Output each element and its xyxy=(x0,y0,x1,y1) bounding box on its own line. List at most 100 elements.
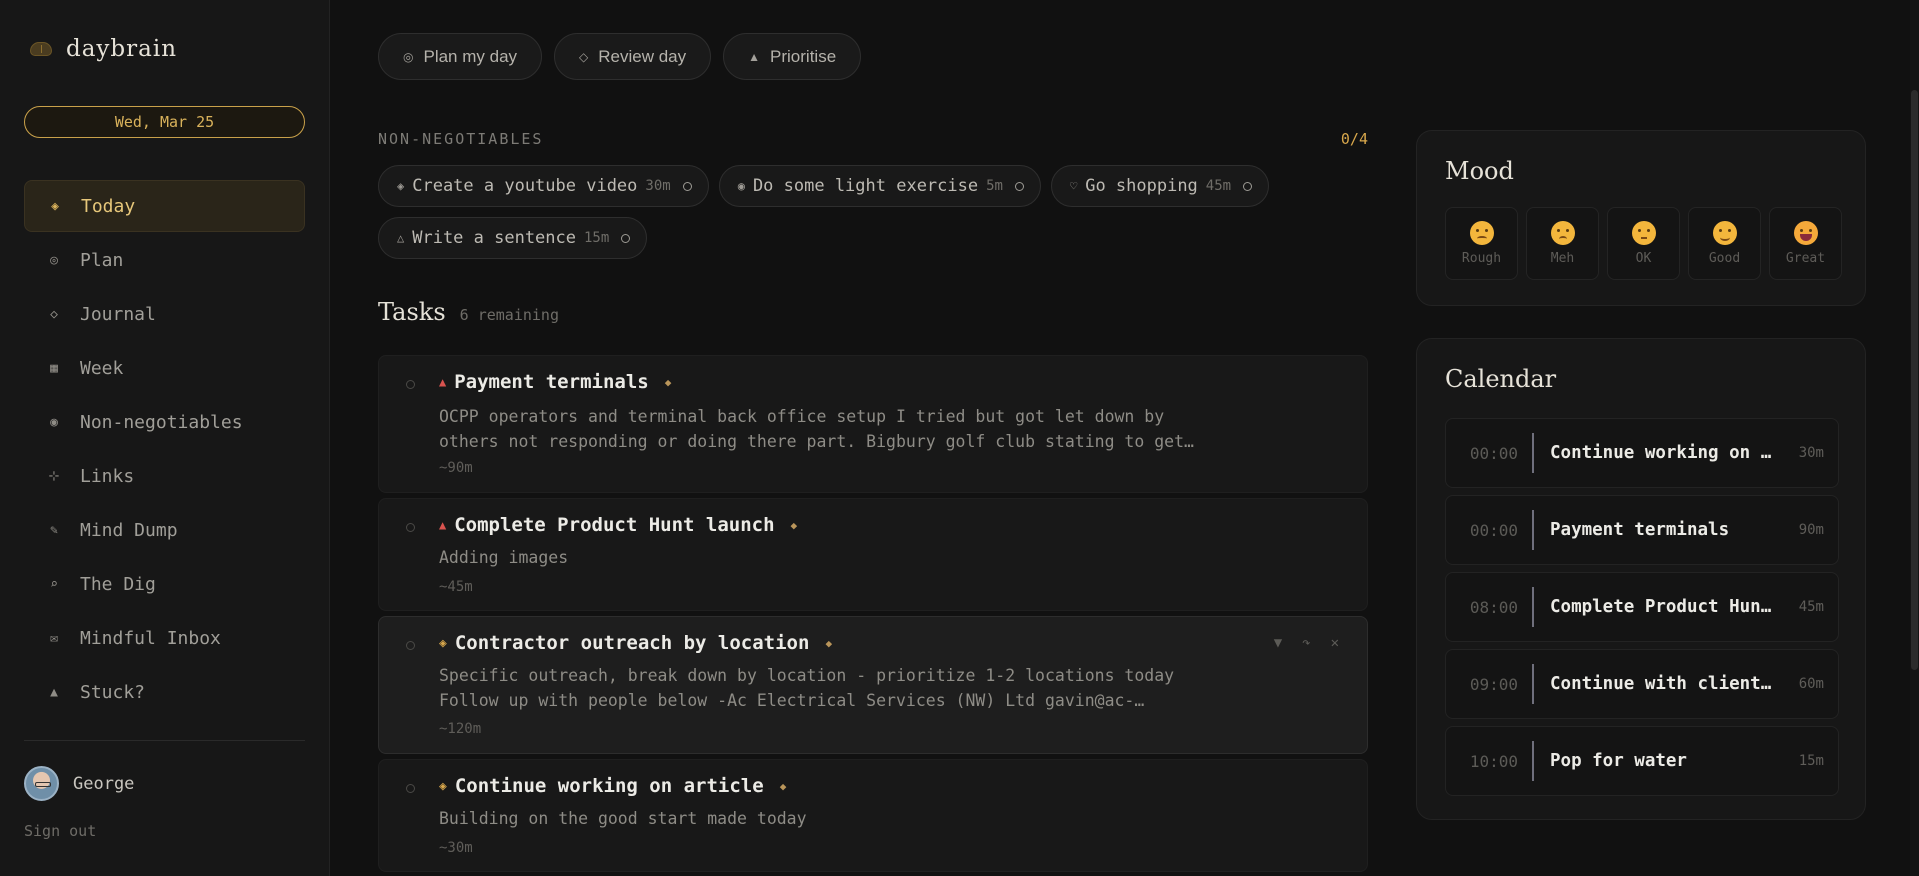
calendar-event[interactable]: 10:00 Pop for water 15m xyxy=(1445,726,1839,796)
sidebar-item-label: Week xyxy=(80,357,124,379)
scrollbar-track[interactable] xyxy=(1910,0,1919,876)
review-day-button[interactable]: ◇ Review day xyxy=(554,33,712,80)
checkbox-icon[interactable] xyxy=(406,380,415,389)
priority-medium-icon: ◈ xyxy=(439,778,447,794)
date-badge[interactable]: Wed, Mar 25 xyxy=(24,106,305,138)
sidebar-item-stuck[interactable]: ▲ Stuck? xyxy=(24,666,305,718)
action-bar: ◎ Plan my day ◇ Review day ▲ Prioritise xyxy=(378,33,862,80)
event-time: 09:00 xyxy=(1469,674,1518,694)
mood-option-great[interactable]: Great xyxy=(1769,207,1842,280)
event-title: Continue with client calls xyxy=(1550,674,1778,694)
sidebar-item-label: Mindful Inbox xyxy=(80,627,221,649)
diamond-icon: ◈ xyxy=(51,198,59,214)
task-description: Building on the good start made today xyxy=(439,809,807,828)
sidebar-item-today[interactable]: ◈ Today xyxy=(24,180,305,232)
calendar-event[interactable]: 08:00 Complete Product Hunt launch 45m xyxy=(1445,572,1839,642)
sidebar-item-journal[interactable]: ◇ Journal xyxy=(24,288,305,340)
move-down-icon[interactable]: ▼ xyxy=(1274,635,1282,651)
triangle-icon: ▲ xyxy=(50,684,58,700)
target-icon: ◎ xyxy=(403,49,414,64)
non-negotiables-list: ◈ Create a youtube video 30m ◉ Do some l… xyxy=(378,165,1378,259)
grid-icon: ▦ xyxy=(50,360,58,376)
checkbox-icon[interactable] xyxy=(682,181,692,191)
checkbox-icon[interactable] xyxy=(406,523,415,532)
sidebar-item-links[interactable]: ⊹ Links xyxy=(24,450,305,502)
calendar-event[interactable]: 09:00 Continue with client calls 60m xyxy=(1445,649,1839,719)
logo[interactable]: daybrain xyxy=(30,36,177,62)
event-title: Payment terminals xyxy=(1550,520,1730,540)
diamond-outline-icon: ◇ xyxy=(50,306,58,322)
event-time: 08:00 xyxy=(1469,597,1518,617)
prioritise-button[interactable]: ▲ Prioritise xyxy=(723,33,862,80)
non-negotiable-chip[interactable]: ◈ Create a youtube video 30m xyxy=(378,165,709,207)
event-bar xyxy=(1532,510,1534,550)
mood-option-good[interactable]: Good xyxy=(1688,207,1761,280)
calendar-event[interactable]: 00:00 Payment terminals 90m xyxy=(1445,495,1839,565)
event-title: Continue working on article xyxy=(1550,443,1778,463)
checkbox-icon[interactable] xyxy=(406,641,415,650)
mood-option-ok[interactable]: OK xyxy=(1607,207,1680,280)
ok-face-icon xyxy=(1631,221,1656,245)
sidebar-item-label: The Dig xyxy=(80,573,156,595)
task-title-row: ◈ Contractor outreach by location ◆ xyxy=(439,632,832,654)
calendar-panel: Calendar 00:00 Continue working on artic… xyxy=(1416,338,1866,820)
mood-label: Good xyxy=(1708,251,1741,266)
mood-options: Rough Meh OK Good Great xyxy=(1445,207,1842,280)
chip-duration: 30m xyxy=(645,178,671,194)
chip-label: Do some light exercise xyxy=(752,176,979,196)
star-icon: ◆ xyxy=(664,375,672,389)
event-bar xyxy=(1532,741,1534,781)
diamond-icon: ◈ xyxy=(397,179,405,193)
avatar xyxy=(24,766,59,801)
checkbox-icon[interactable] xyxy=(1014,181,1024,191)
task-card[interactable]: ▲ Complete Product Hunt launch ◆ Adding … xyxy=(378,498,1368,611)
great-face-icon xyxy=(1793,221,1818,245)
task-card[interactable]: ◈ Continue working on article ◆ Building… xyxy=(378,759,1368,872)
task-card[interactable]: ◈ Contractor outreach by location ◆ ▼ ↷ … xyxy=(378,616,1368,754)
sidebar-item-label: Stuck? xyxy=(80,681,146,703)
sidebar-item-plan[interactable]: ◎ Plan xyxy=(24,234,305,286)
plan-my-day-button[interactable]: ◎ Plan my day xyxy=(378,33,543,80)
sign-out-link[interactable]: Sign out xyxy=(24,822,96,840)
task-card[interactable]: ▲ Payment terminals ◆ OCPP operators and… xyxy=(378,355,1368,493)
calendar-event[interactable]: 00:00 Continue working on article 30m xyxy=(1445,418,1839,488)
priority-high-icon: ▲ xyxy=(439,518,447,532)
task-duration: ~45m xyxy=(439,579,473,595)
user-name: George xyxy=(73,773,135,794)
task-duration: ~30m xyxy=(439,840,473,856)
event-duration: 60m xyxy=(1798,676,1824,692)
sidebar-item-week[interactable]: ▦ Week xyxy=(24,342,305,394)
sidebar-item-non-negotiables[interactable]: ◉ Non-negotiables xyxy=(24,396,305,448)
non-negotiable-chip[interactable]: ♡ Go shopping 45m xyxy=(1050,165,1270,207)
sparkle-icon: ⊹ xyxy=(48,468,60,484)
mood-label: Meh xyxy=(1550,251,1575,266)
mood-option-meh[interactable]: Meh xyxy=(1526,207,1599,280)
checkbox-icon[interactable] xyxy=(406,784,415,793)
defer-icon[interactable]: ↷ xyxy=(1302,635,1310,651)
non-negotiable-chip[interactable]: ◉ Do some light exercise 5m xyxy=(718,165,1041,207)
close-icon[interactable]: ✕ xyxy=(1331,635,1339,651)
heart-icon: ♡ xyxy=(1069,179,1078,193)
non-negotiable-chip[interactable]: △ Write a sentence 15m xyxy=(378,217,648,259)
task-tools: ▼ ↷ ✕ xyxy=(1274,635,1339,651)
user-profile[interactable]: George xyxy=(24,766,134,801)
task-title-row: ◈ Continue working on article ◆ xyxy=(439,775,786,797)
sidebar-item-the-dig[interactable]: ⌕ The Dig xyxy=(24,558,305,610)
sidebar-item-label: Mind Dump xyxy=(80,519,178,541)
task-duration: ~120m xyxy=(439,721,482,737)
pencil-icon: ✎ xyxy=(50,522,58,538)
sidebar-item-label: Non-negotiables xyxy=(80,411,243,433)
sidebar-item-mind-dump[interactable]: ✎ Mind Dump xyxy=(24,504,305,556)
sidebar: daybrain Wed, Mar 25 ◈ Today ◎ Plan ◇ Jo… xyxy=(0,0,330,876)
checkbox-icon[interactable] xyxy=(621,233,631,243)
task-title: Continue working on article xyxy=(454,775,764,797)
mood-option-rough[interactable]: Rough xyxy=(1445,207,1518,280)
button-label: Prioritise xyxy=(770,46,837,66)
good-face-icon xyxy=(1712,221,1737,245)
scrollbar-thumb[interactable] xyxy=(1911,90,1918,670)
sidebar-item-mindful-inbox[interactable]: ✉ Mindful Inbox xyxy=(24,612,305,664)
chip-label: Create a youtube video xyxy=(412,176,638,196)
checkbox-icon[interactable] xyxy=(1243,181,1253,191)
non-negotiables-header: NON-NEGOTIABLES 0/4 xyxy=(378,130,1368,148)
search-icon: ⌕ xyxy=(50,576,58,592)
